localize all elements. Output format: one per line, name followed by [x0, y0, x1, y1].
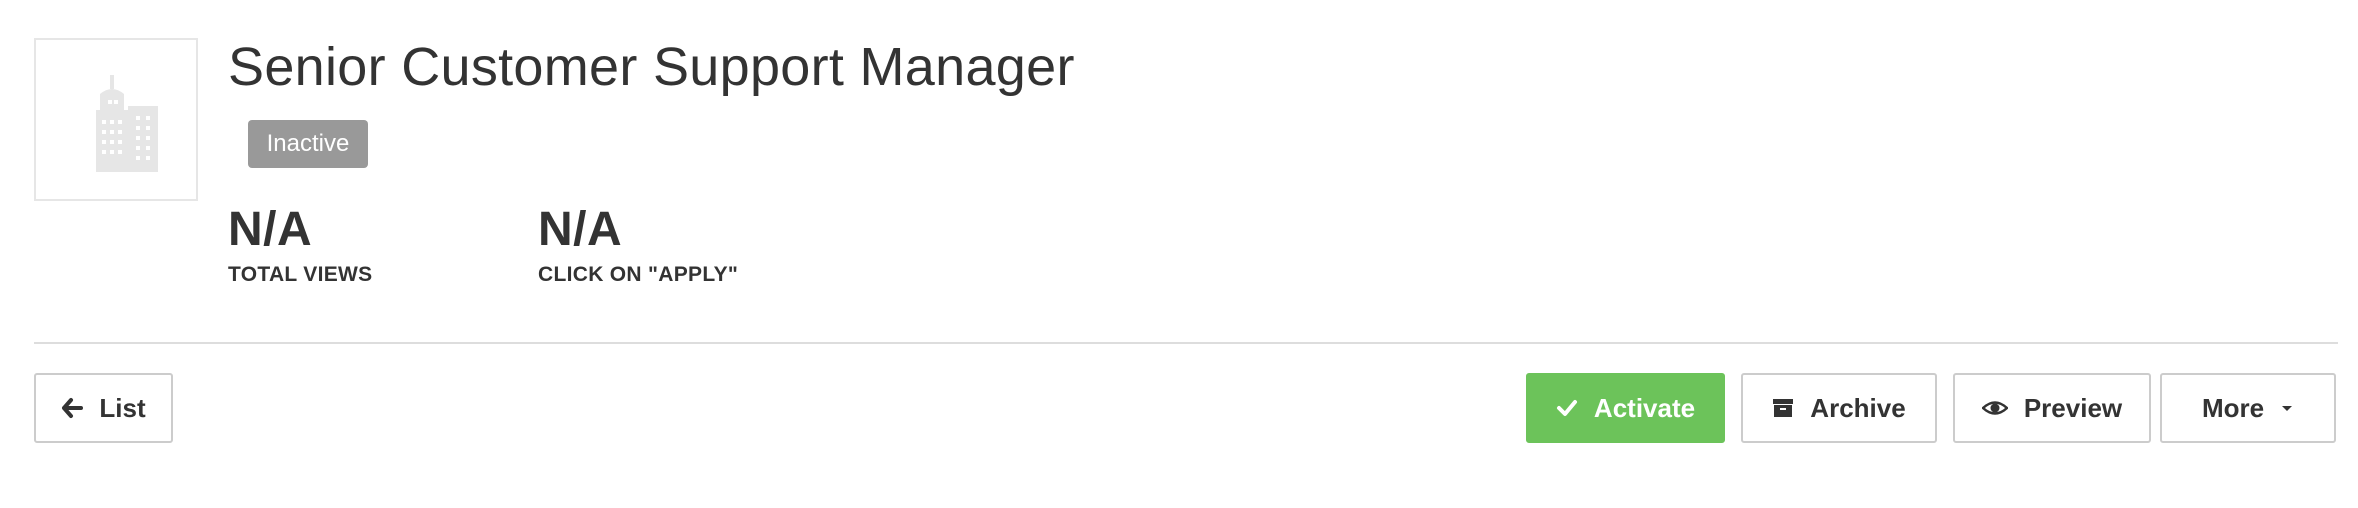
- preview-button[interactable]: Preview: [1953, 373, 2151, 443]
- divider: [34, 342, 2338, 344]
- stat-label: TOTAL VIEWS: [228, 263, 373, 286]
- status-badge: Inactive: [248, 120, 368, 168]
- archive-button[interactable]: Archive: [1741, 373, 1937, 443]
- company-logo: [34, 38, 198, 201]
- more-button-label: More: [2201, 392, 2265, 423]
- caret-down-icon: [2280, 403, 2294, 413]
- job-title: Senior Customer Support Manager: [228, 37, 1075, 97]
- stat-value: N/A: [538, 203, 623, 256]
- arrow-left-icon: [61, 397, 84, 419]
- archive-button-label: Archive: [1810, 392, 1906, 423]
- preview-button-label: Preview: [2023, 392, 2123, 423]
- check-icon: [1556, 397, 1578, 419]
- stat-total-views: N/A TOTAL VIEWS: [228, 202, 372, 287]
- job-detail-page: Senior Customer Support Manager Inactive…: [0, 0, 2358, 508]
- list-button-label: List: [99, 392, 146, 423]
- list-button[interactable]: List: [34, 373, 173, 443]
- stat-label: CLICK ON "APPLY": [538, 263, 739, 286]
- archive-box-icon: [1772, 397, 1794, 419]
- stat-value: N/A: [228, 203, 313, 256]
- more-dropdown-button[interactable]: More: [2160, 373, 2336, 443]
- activate-button-label: Activate: [1593, 392, 1696, 423]
- stat-click-apply: N/A CLICK ON "APPLY": [538, 202, 738, 287]
- eye-icon: [1981, 397, 2008, 419]
- activate-button[interactable]: Activate: [1526, 373, 1725, 443]
